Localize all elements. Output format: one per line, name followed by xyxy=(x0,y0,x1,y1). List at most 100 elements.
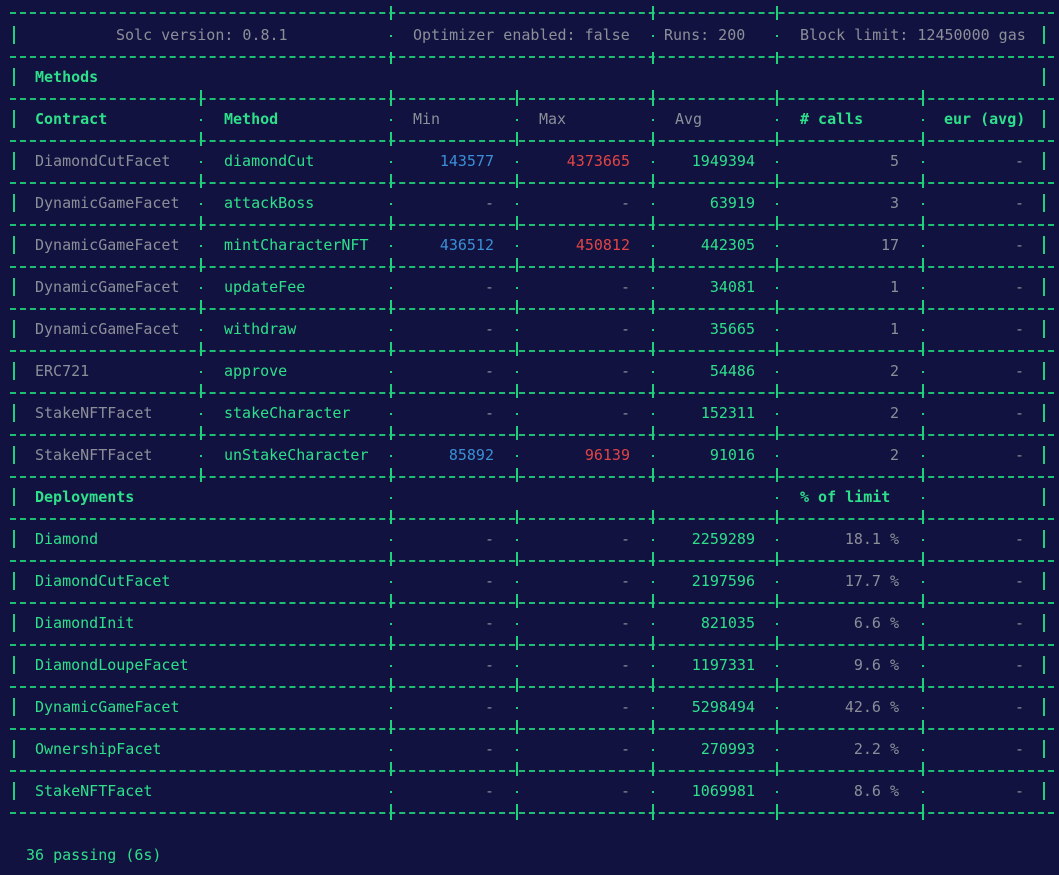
column-dot xyxy=(200,119,202,121)
column-border xyxy=(516,90,518,106)
deployment-row-avg: 821035 xyxy=(700,614,755,632)
column-border xyxy=(200,468,202,482)
column-border xyxy=(200,384,202,398)
method-row-avg: 1949394 xyxy=(691,152,755,170)
column-border xyxy=(1043,362,1045,380)
column-border xyxy=(516,762,518,776)
column-dot xyxy=(922,203,924,205)
column-border xyxy=(652,510,654,524)
row-separator xyxy=(10,224,1054,226)
column-border xyxy=(652,258,654,272)
method-row-contract: ERC721 xyxy=(35,362,90,380)
column-border xyxy=(922,300,924,314)
row-separator xyxy=(10,728,1054,730)
method-row-max: 4373665 xyxy=(566,152,630,170)
column-dot xyxy=(516,581,518,583)
deployment-row-avg: 1069981 xyxy=(691,782,755,800)
method-row-method: stakeCharacter xyxy=(224,404,351,422)
method-row-min: - xyxy=(484,404,494,422)
deployment-row-percent: 6.6 % xyxy=(853,614,899,632)
column-border xyxy=(200,90,202,106)
deployment-row-percent: 18.1 % xyxy=(844,530,899,548)
column-border xyxy=(516,258,518,272)
column-border xyxy=(390,132,392,146)
column-border xyxy=(390,804,392,820)
column-border xyxy=(1043,740,1045,758)
column-border xyxy=(516,720,518,734)
row-separator xyxy=(10,98,1054,100)
column-border xyxy=(922,342,924,356)
passing-summary: 36 passing (6s) xyxy=(26,846,162,864)
column-border xyxy=(13,320,15,338)
column-dot xyxy=(776,707,778,709)
row-separator xyxy=(10,140,1054,142)
column-border xyxy=(200,342,202,356)
column-header-min: Min xyxy=(413,110,441,128)
column-border xyxy=(516,132,518,146)
column-border xyxy=(652,594,654,608)
deployment-row-percent: 17.7 % xyxy=(844,572,899,590)
column-border xyxy=(922,216,924,230)
column-border xyxy=(776,6,778,20)
column-border xyxy=(652,174,654,188)
method-row-max: - xyxy=(620,278,630,296)
method-row-method: attackBoss xyxy=(224,194,315,212)
column-border xyxy=(390,678,392,692)
column-border xyxy=(1043,698,1045,716)
column-border xyxy=(1043,236,1045,254)
column-border xyxy=(390,6,392,20)
column-border xyxy=(200,300,202,314)
row-separator xyxy=(10,308,1054,310)
column-border xyxy=(390,216,392,230)
column-border xyxy=(390,90,392,106)
method-row-contract: StakeNFTFacet xyxy=(35,446,153,464)
column-dot xyxy=(516,413,518,415)
deployment-row-avg: 5298494 xyxy=(691,698,755,716)
column-dot xyxy=(652,287,654,289)
column-dot xyxy=(200,161,202,163)
column-border xyxy=(200,426,202,440)
deployment-row-avg: 2259289 xyxy=(691,530,755,548)
column-dot xyxy=(516,161,518,163)
method-row-eur: - xyxy=(1014,404,1024,422)
method-row-eur: - xyxy=(1014,320,1024,338)
column-header-calls: # calls xyxy=(800,110,864,128)
column-dot xyxy=(200,455,202,457)
column-dot xyxy=(200,413,202,415)
column-border xyxy=(516,174,518,188)
method-row-max: - xyxy=(620,404,630,422)
solc-version: Solc version: 0.8.1 xyxy=(116,26,288,44)
column-border xyxy=(516,594,518,608)
column-border xyxy=(922,258,924,272)
column-border xyxy=(1043,194,1045,212)
column-border xyxy=(13,236,15,254)
method-row-min: 436512 xyxy=(439,236,494,254)
method-row-min: - xyxy=(484,362,494,380)
column-dot xyxy=(652,35,654,37)
method-row-contract: DynamicGameFacet xyxy=(35,278,180,296)
column-dot xyxy=(200,371,202,373)
method-row-contract: DynamicGameFacet xyxy=(35,194,180,212)
column-border xyxy=(516,300,518,314)
column-border xyxy=(13,278,15,296)
column-dot xyxy=(922,581,924,583)
column-dot xyxy=(390,119,392,121)
deployment-row-min: - xyxy=(484,530,494,548)
column-dot xyxy=(516,791,518,793)
column-border xyxy=(776,258,778,272)
column-border xyxy=(516,216,518,230)
column-header-contract: Contract xyxy=(35,110,108,128)
column-border xyxy=(516,342,518,356)
column-border xyxy=(390,258,392,272)
column-border xyxy=(13,614,15,632)
column-dot xyxy=(922,287,924,289)
column-border xyxy=(1043,446,1045,464)
column-border xyxy=(776,300,778,314)
method-row-calls: 17 xyxy=(880,236,899,254)
column-dot xyxy=(922,455,924,457)
column-border xyxy=(776,342,778,356)
column-dot xyxy=(922,371,924,373)
method-row-method: diamondCut xyxy=(224,152,315,170)
deployment-row-min: - xyxy=(484,656,494,674)
column-border xyxy=(390,384,392,398)
